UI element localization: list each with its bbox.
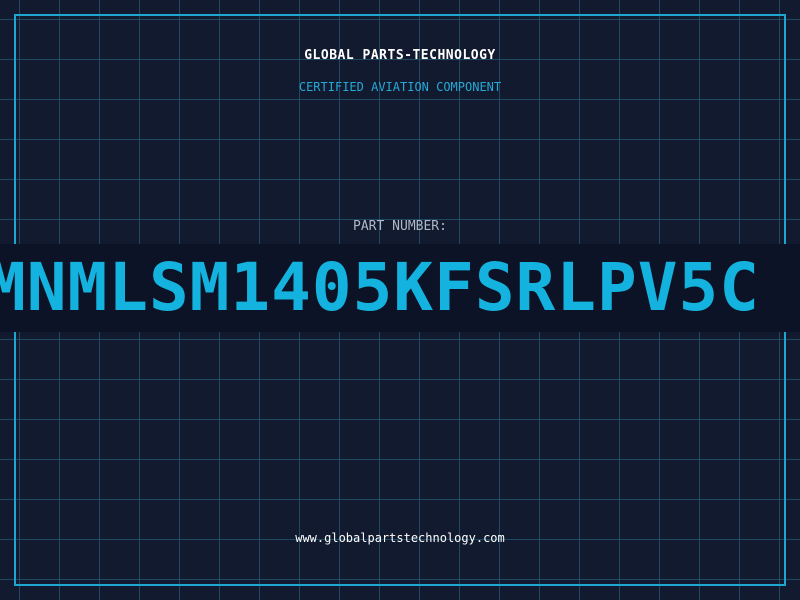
label-canvas: GLOBAL PARTS-TECHNOLOGY CERTIFIED AVIATI… <box>0 0 800 600</box>
website-url: www.globalpartstechnology.com <box>295 531 505 545</box>
part-number-band: MNMLSM1405KFSRLPV5C <box>0 244 800 332</box>
brand-title: GLOBAL PARTS-TECHNOLOGY <box>304 48 496 63</box>
brand-tagline: CERTIFIED AVIATION COMPONENT <box>298 80 502 94</box>
part-number-label: PART NUMBER: <box>353 219 447 234</box>
part-number-value: MNMLSM1405KFSRLPV5C <box>0 249 760 326</box>
